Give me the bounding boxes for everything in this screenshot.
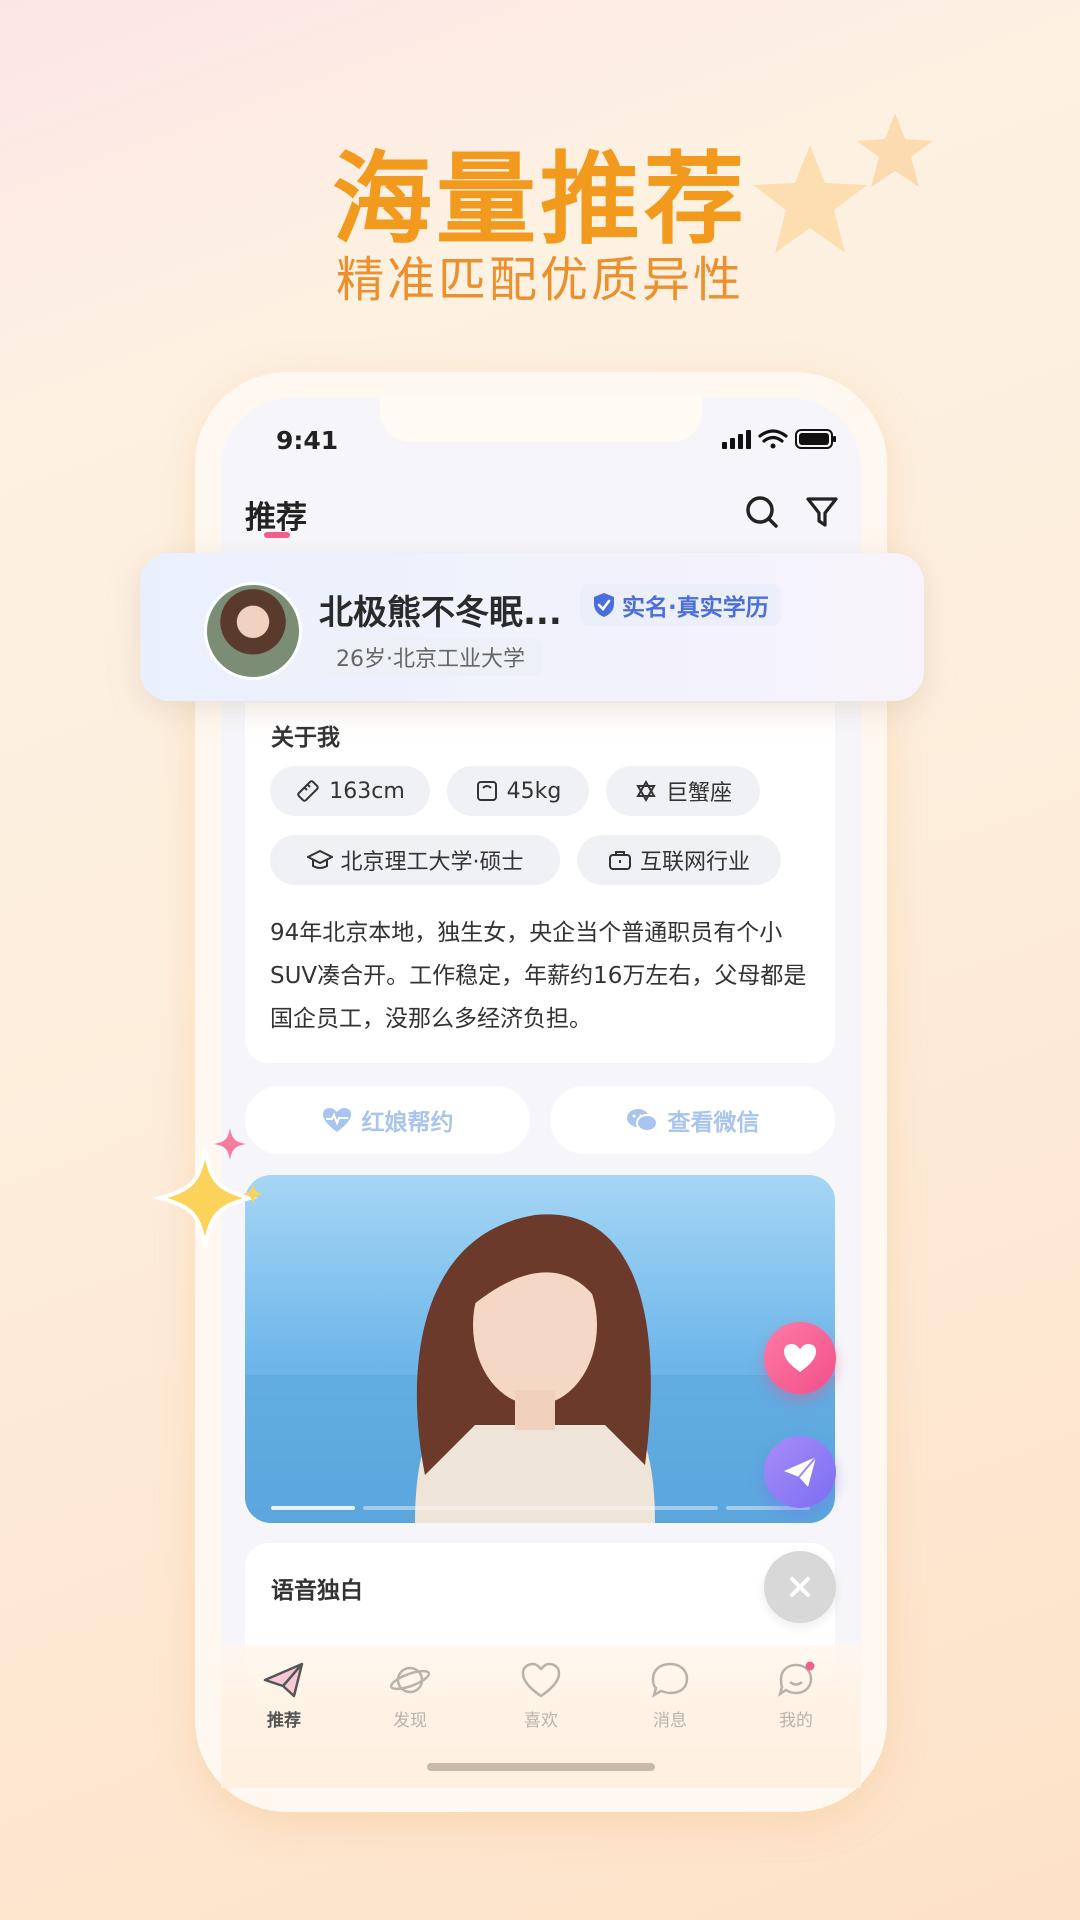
send-message-button[interactable]: [764, 1436, 836, 1508]
verified-label: 实名·真实学历: [622, 595, 769, 621]
signal-icon: [722, 430, 751, 449]
chip-industry: 互联网行业: [577, 835, 781, 885]
matchmaker-button[interactable]: 红娘帮约: [245, 1086, 530, 1154]
tab-underline: [264, 532, 290, 538]
chip-label: 互联网行业: [639, 850, 750, 875]
star-of-david-icon: [636, 779, 656, 803]
like-button[interactable]: [764, 1322, 836, 1394]
close-icon: [790, 1577, 810, 1597]
nav-label: 喜欢: [524, 1711, 558, 1731]
paper-plane-icon: [263, 1662, 304, 1698]
wifi-icon: [758, 429, 788, 449]
view-wechat-button[interactable]: 查看微信: [550, 1086, 835, 1154]
wechat-label: 查看微信: [667, 1110, 760, 1136]
portrait-illustration: [245, 1214, 835, 1523]
phone-notch: [380, 396, 702, 442]
profile-photo[interactable]: [245, 1175, 835, 1523]
nav-likes[interactable]: 喜欢: [491, 1660, 591, 1731]
ruler-icon: [297, 780, 320, 802]
bio-text: 94年北京本地，独生女，央企当个普通职员有个小SUV凑合开。工作稳定，年薪约16…: [270, 920, 807, 1032]
graduation-cap-icon: [306, 849, 333, 869]
avatar[interactable]: [204, 582, 302, 680]
tab-recommend[interactable]: 推荐: [245, 492, 307, 537]
chip-label: 45kg: [506, 778, 562, 804]
home-indicator: [427, 1763, 655, 1771]
heart-pulse-icon: [322, 1108, 351, 1132]
nav-messages[interactable]: 消息: [620, 1660, 720, 1731]
chip-education: 北京理工大学·硕士: [270, 835, 560, 885]
paper-plane-icon: [784, 1456, 817, 1487]
chat-bubble-icon: [651, 1662, 689, 1698]
chip-height: 163cm: [270, 766, 430, 816]
heart-icon: [784, 1344, 816, 1372]
search-icon[interactable]: [740, 490, 784, 534]
verified-badge: 实名·真实学历: [580, 584, 781, 626]
nav-recommend[interactable]: 推荐: [234, 1660, 334, 1731]
battery-icon: [795, 429, 836, 449]
nav-discover[interactable]: 发现: [360, 1660, 460, 1731]
age-school-tag: 26岁·北京工业大学: [318, 638, 543, 676]
dismiss-button[interactable]: [764, 1551, 836, 1623]
voice-title: 语音独白: [271, 1578, 363, 1604]
nav-label: 推荐: [267, 1711, 301, 1731]
notification-dot: [805, 1661, 815, 1671]
nav-profile[interactable]: 我的: [746, 1660, 846, 1731]
nav-label: 发现: [393, 1711, 427, 1731]
wechat-icon: [626, 1109, 658, 1132]
shield-check-icon: [594, 593, 614, 617]
about-title: 关于我: [271, 725, 340, 751]
photo-progress-2: [363, 1506, 718, 1510]
heart-icon: [521, 1662, 561, 1698]
scale-icon: [476, 781, 497, 801]
matchmaker-label: 红娘帮约: [361, 1110, 454, 1136]
planet-icon: [389, 1666, 431, 1694]
status-time: 9:41: [276, 426, 339, 455]
profile-icon: [777, 1661, 815, 1697]
nav-label: 消息: [653, 1711, 687, 1731]
chip-label: 巨蟹座: [665, 781, 732, 806]
nav-label: 我的: [779, 1711, 813, 1731]
chip-weight: 45kg: [447, 766, 589, 816]
chip-label: 北京理工大学·硕士: [340, 850, 524, 875]
profile-name: 北极熊不冬眠...: [319, 593, 562, 633]
sparkle-icon: [152, 1128, 264, 1249]
briefcase-icon: [608, 851, 631, 870]
photo-progress-1: [271, 1506, 355, 1510]
decorative-stars-icon: [753, 113, 933, 253]
status-icons: [722, 429, 836, 449]
chip-label: 163cm: [329, 778, 405, 804]
filter-icon[interactable]: [800, 490, 844, 534]
chip-zodiac: 巨蟹座: [606, 766, 760, 816]
